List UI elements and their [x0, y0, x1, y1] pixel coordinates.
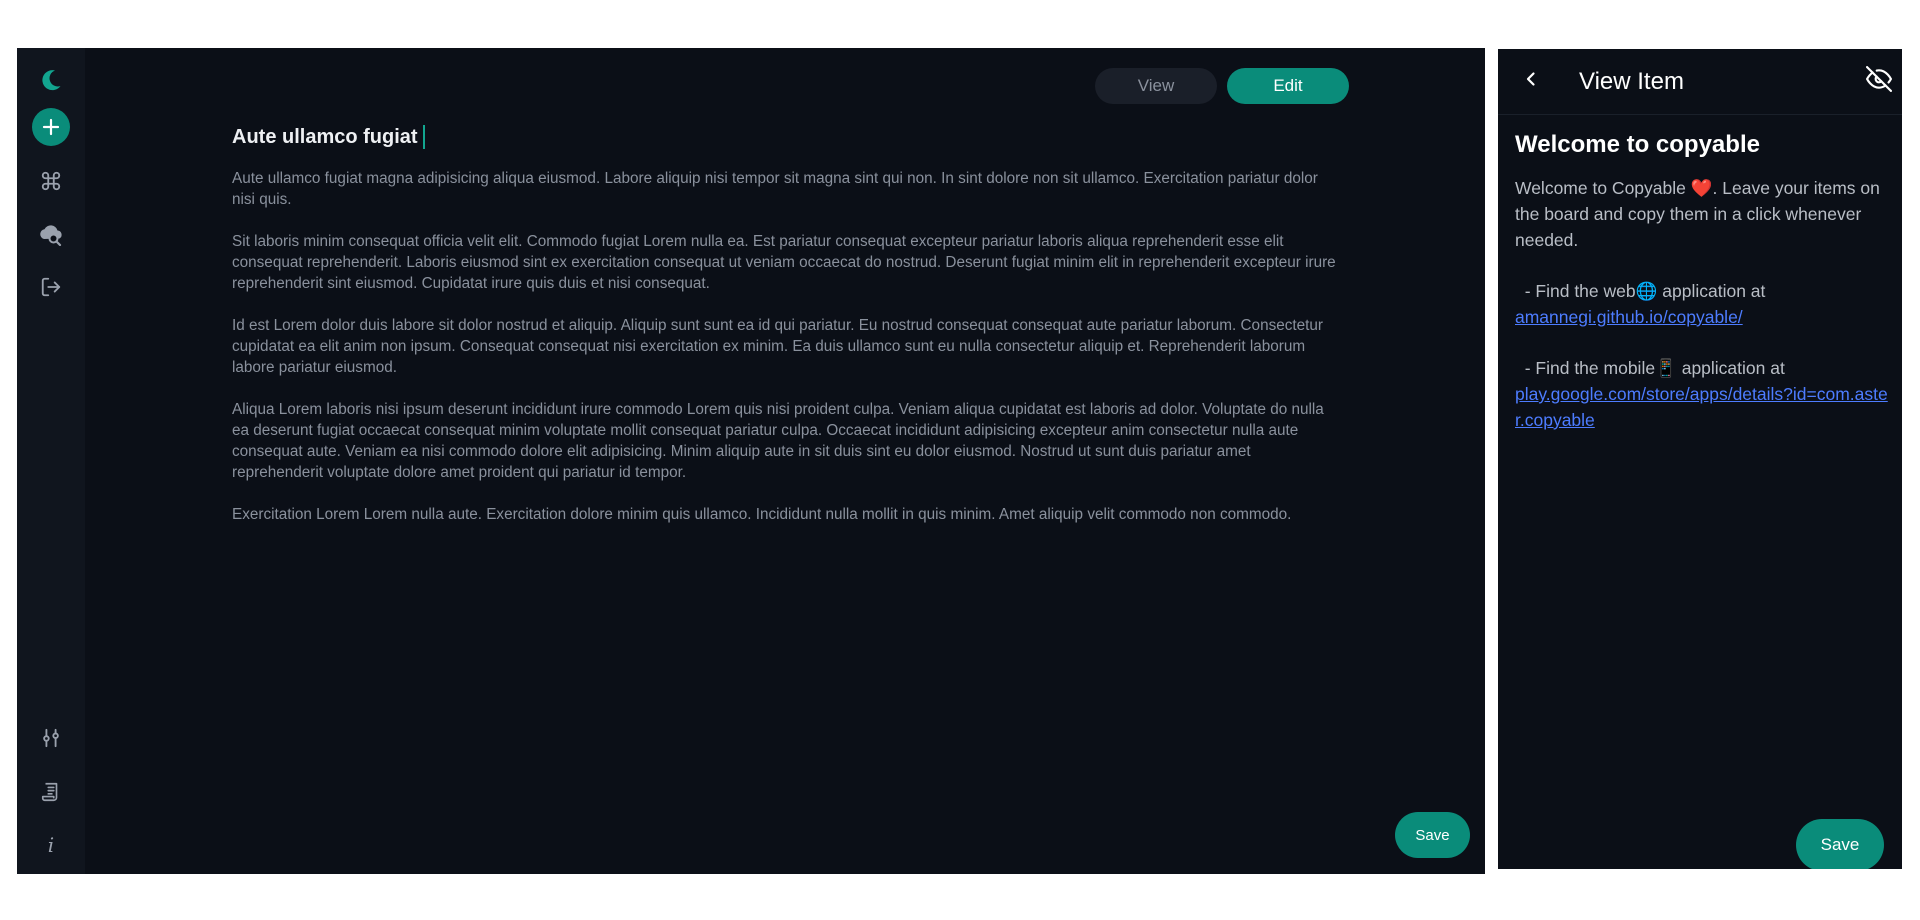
web-app-paragraph: - Find the web🌐 application at amannegi.… — [1515, 278, 1891, 330]
document-paragraph: Aute ullamco fugiat magna adipisicing al… — [232, 170, 1318, 208]
editor-window: i View Edit Aute ullamco fugiat Aute ull… — [17, 48, 1485, 874]
mode-toggle: View Edit — [1095, 68, 1349, 104]
document-paragraph: Exercitation Lorem Lorem nulla aute. Exe… — [232, 506, 1292, 523]
panel-title: View Item — [1579, 68, 1684, 95]
eye-off-icon — [1866, 66, 1892, 96]
heart-emoji: ❤️ — [1690, 178, 1713, 198]
document-icon — [40, 781, 62, 803]
mobile-app-link[interactable]: play.google.com/store/apps/details?id=co… — [1515, 384, 1888, 430]
settings-button[interactable] — [31, 718, 71, 758]
logout-button[interactable] — [31, 267, 71, 307]
web-app-link[interactable]: amannegi.github.io/copyable/ — [1515, 307, 1743, 327]
info-button[interactable]: i — [31, 825, 71, 865]
content-heading: Welcome to copyable — [1515, 131, 1760, 158]
editor-area[interactable]: Aute ullamco fugiat Aute ullamco fugiat … — [232, 124, 1342, 546]
back-button[interactable] — [1514, 64, 1548, 98]
web-app-line: - Find the web🌐 application at — [1515, 281, 1766, 301]
theme-toggle-button[interactable] — [31, 60, 71, 100]
text-cursor — [422, 125, 425, 149]
plus-icon — [42, 118, 60, 136]
moon-icon — [37, 66, 65, 94]
changelog-button[interactable] — [31, 772, 71, 812]
chevron-left-icon — [1523, 71, 1539, 91]
cloud-search-icon — [38, 222, 64, 246]
mobile-app-paragraph: - Find the mobile📱 application at play.g… — [1515, 355, 1891, 433]
cloud-search-button[interactable] — [31, 214, 71, 254]
panel-save-button[interactable]: Save — [1796, 819, 1884, 869]
document-paragraph: Id est Lorem dolor duis labore sit dolor… — [232, 317, 1323, 376]
add-item-button[interactable] — [32, 108, 70, 146]
hide-item-button[interactable] — [1864, 66, 1894, 96]
commands-button[interactable] — [31, 161, 71, 201]
save-button[interactable]: Save — [1395, 812, 1470, 858]
logout-icon — [40, 276, 62, 298]
info-icon: i — [47, 833, 55, 857]
view-mode-button[interactable]: View — [1095, 68, 1217, 104]
document-title[interactable]: Aute ullamco fugiat — [232, 124, 1342, 150]
settings-sliders-icon — [40, 727, 62, 749]
document-title-text: Aute ullamco fugiat — [232, 125, 418, 148]
item-content: Welcome to copyable Welcome to Copyable … — [1515, 129, 1891, 458]
mobile-app-line: - Find the mobile📱 application at — [1515, 358, 1785, 378]
command-icon — [40, 170, 62, 192]
document-body[interactable]: Aute ullamco fugiat magna adipisicing al… — [232, 168, 1342, 525]
panel-header: View Item — [1498, 49, 1902, 115]
edit-mode-button[interactable]: Edit — [1227, 68, 1349, 104]
intro-paragraph: Welcome to Copyable ❤️. Leave your items… — [1515, 178, 1880, 250]
view-item-panel: View Item Welcome to copyable Welcome to… — [1498, 49, 1902, 869]
document-paragraph: Aliqua Lorem laboris nisi ipsum deserunt… — [232, 401, 1324, 481]
sidebar: i — [17, 48, 85, 874]
document-paragraph: Sit laboris minim consequat officia veli… — [232, 233, 1336, 292]
content-body: Welcome to Copyable ❤️. Leave your items… — [1515, 175, 1891, 433]
